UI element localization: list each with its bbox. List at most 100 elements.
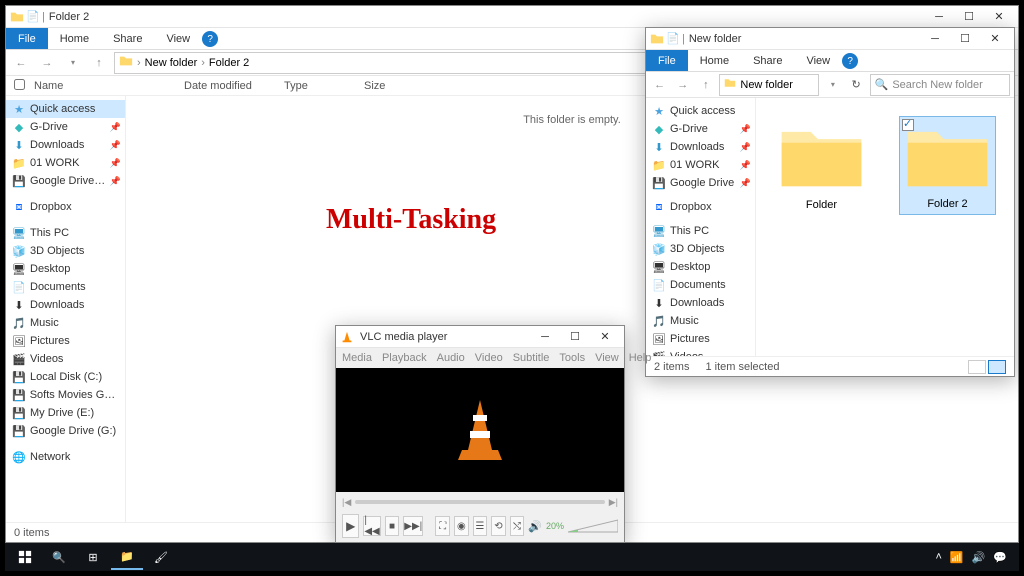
ribbon-share-tab[interactable]: Share [741,50,794,71]
tray-volume-icon[interactable]: 🔊 [972,551,986,564]
seek-end-icon[interactable]: ▶| [609,497,618,508]
playlist-button[interactable]: ☰ [473,516,488,536]
taskbar-app-paint[interactable]: 🖌 [145,544,177,570]
sidebar-item[interactable]: 💾Google Drive (G:) [6,422,125,440]
select-all-checkbox[interactable] [14,79,25,90]
breadcrumb-item[interactable]: New folder [740,79,793,91]
minimize-button[interactable]: ─ [530,327,560,347]
vlc-menu-item[interactable]: Tools [559,352,585,364]
recent-dropdown[interactable]: ▾ [62,52,84,74]
addr-dropdown[interactable]: ▾ [823,74,842,96]
vlc-video-area[interactable] [336,368,624,492]
task-view-button[interactable]: ⊞ [77,544,109,570]
prev-button[interactable]: |◀◀ [363,516,380,536]
address-bar[interactable]: New folder [719,74,819,96]
close-button[interactable]: ✕ [980,29,1010,49]
chevron-right-icon[interactable]: › [137,57,141,69]
sidebar-item-gdrive[interactable]: ◆G-Drive📌 [646,120,755,138]
next-button[interactable]: ▶▶| [403,516,423,536]
sidebar-item[interactable]: 🖼Pictures [646,330,755,348]
folder-item[interactable]: Folder 2 [899,116,996,215]
search-button[interactable]: 🔍 [43,544,75,570]
sidebar-item[interactable]: ⬇Downloads [646,294,755,312]
sidebar-item[interactable]: 🖥Desktop [646,258,755,276]
ribbon-view-tab[interactable]: View [794,50,842,71]
sidebar-item[interactable]: 💾Softs Movies Games [6,386,125,404]
col-date[interactable]: Date modified [178,80,278,92]
taskbar-app-explorer[interactable]: 📁 [111,544,143,570]
back-button[interactable]: ← [10,52,32,74]
system-tray[interactable]: ˄ 📶 🔊 💬 [935,551,1015,564]
checkbox-icon[interactable] [902,119,914,131]
fullscreen-button[interactable]: ⛶ [435,516,450,536]
sidebar-this-pc[interactable]: 🖥This PC [646,222,755,240]
titlebar[interactable]: 📄 | New folder ─ ☐ ✕ [646,28,1014,50]
titlebar[interactable]: 📄 | Folder 2 ─ ☐ ✕ [6,6,1018,28]
ext-settings-button[interactable]: ◉ [454,516,469,536]
ribbon-home-tab[interactable]: Home [688,50,741,71]
sidebar-item[interactable]: 🎬Videos [646,348,755,356]
vlc-menu-item[interactable]: Playback [382,352,427,364]
tray-network-icon[interactable]: 📶 [950,551,964,564]
forward-button[interactable]: → [36,52,58,74]
up-button[interactable]: ↑ [696,74,715,96]
sidebar-item[interactable]: 🖥Desktop [6,260,125,278]
chevron-right-icon[interactable]: › [201,57,205,69]
search-input[interactable]: 🔍 Search New folder [870,74,1010,96]
vlc-menu-item[interactable]: Audio [437,352,465,364]
sidebar-item[interactable]: 🧊3D Objects [646,240,755,258]
sidebar-item-downloads[interactable]: ⬇Downloads📌 [6,136,125,154]
breadcrumb-item[interactable]: New folder [145,57,198,69]
view-details-button[interactable] [968,360,986,374]
view-icons-button[interactable] [988,360,1006,374]
ribbon-file-tab[interactable]: File [6,28,48,49]
sidebar-item[interactable]: 🧊3D Objects [6,242,125,260]
back-button[interactable]: ← [650,74,669,96]
ribbon-file-tab[interactable]: File [646,50,688,71]
sidebar-item[interactable]: 🖼Pictures [6,332,125,350]
close-button[interactable]: ✕ [590,327,620,347]
sidebar-item-googledrive[interactable]: 💾Google Drive📌 [646,174,755,192]
maximize-button[interactable]: ☐ [954,7,984,27]
tray-chevron-icon[interactable]: ˄ [935,551,941,563]
sidebar-network[interactable]: 🌐Network [6,448,125,466]
col-type[interactable]: Type [278,80,358,92]
sidebar-item-gdrive[interactable]: ◆G-Drive📌 [6,118,125,136]
vlc-menu-item[interactable]: View [595,352,619,364]
col-name[interactable]: Name [28,80,178,92]
close-button[interactable]: ✕ [984,7,1014,27]
ribbon-view-tab[interactable]: View [154,28,202,49]
play-button[interactable]: ▶ [342,514,359,538]
sidebar-item-01work[interactable]: 📁01 WORK📌 [646,156,755,174]
seek-start-icon[interactable]: |◀ [342,497,351,508]
sidebar-this-pc[interactable]: 🖥This PC [6,224,125,242]
sidebar-item-downloads[interactable]: ⬇Downloads📌 [646,138,755,156]
loop-button[interactable]: ⟲ [491,516,506,536]
forward-button[interactable]: → [673,74,692,96]
vlc-menu-item[interactable]: Media [342,352,372,364]
maximize-button[interactable]: ☐ [950,29,980,49]
start-button[interactable] [9,544,41,570]
refresh-button[interactable]: ↻ [847,74,866,96]
titlebar[interactable]: VLC media player ─ ☐ ✕ [336,326,624,348]
help-button[interactable]: ? [202,31,218,47]
sidebar-item-googledrive[interactable]: 💾Google Drive (G:)📌 [6,172,125,190]
sidebar-item-01work[interactable]: 📁01 WORK📌 [6,154,125,172]
notifications-button[interactable]: 💬 [993,551,1007,564]
sidebar-item[interactable]: 🎵Music [6,314,125,332]
sidebar-item[interactable]: ⬇Downloads [6,296,125,314]
sidebar-item[interactable]: 🎵Music [646,312,755,330]
vlc-menu-item[interactable]: Video [475,352,503,364]
ribbon-home-tab[interactable]: Home [48,28,101,49]
sidebar-item[interactable]: 🎬Videos [6,350,125,368]
up-button[interactable]: ↑ [88,52,110,74]
sidebar-quick-access[interactable]: ★Quick access [6,100,125,118]
qat-save-icon[interactable]: 📄 [26,10,40,24]
breadcrumb-item[interactable]: Folder 2 [209,57,249,69]
sidebar-item[interactable]: 📄Documents [646,276,755,294]
sidebar-item[interactable]: 💾My Drive (E:) [6,404,125,422]
sidebar-dropbox[interactable]: ⧈Dropbox [6,198,125,216]
ribbon-share-tab[interactable]: Share [101,28,154,49]
seek-bar[interactable] [355,500,604,504]
stop-button[interactable]: ■ [385,516,400,536]
